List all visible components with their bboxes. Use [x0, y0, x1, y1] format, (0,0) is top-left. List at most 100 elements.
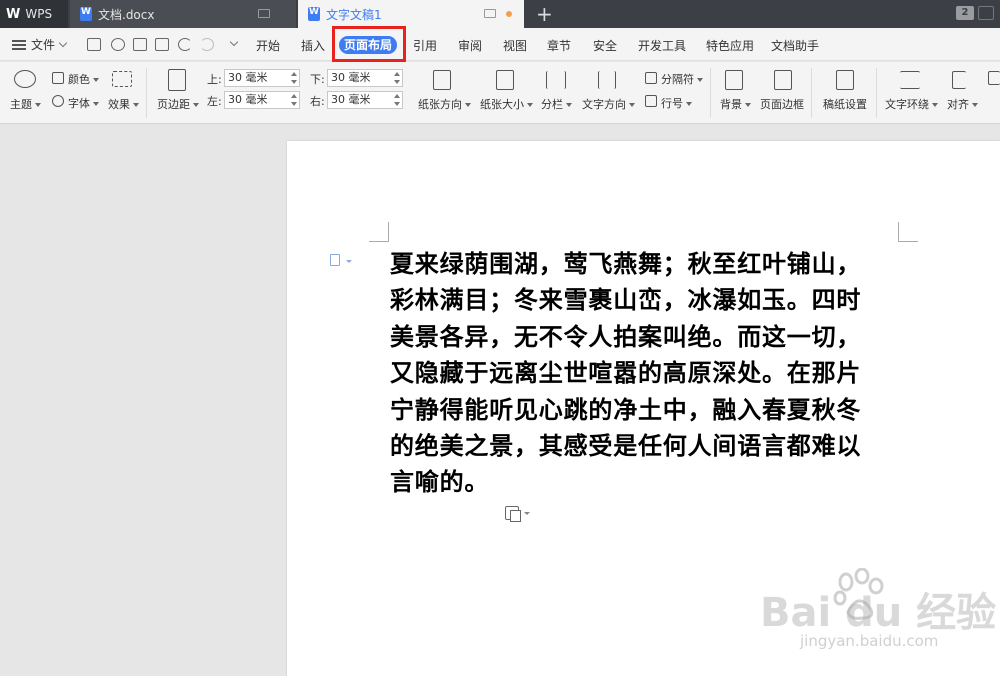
orientation-icon[interactable] [433, 70, 451, 90]
manuscript-grid-icon[interactable] [836, 70, 854, 90]
background-button[interactable]: 背景 [720, 96, 751, 112]
columns-button[interactable]: 分栏 [541, 96, 572, 112]
align-button[interactable]: 对齐 [947, 96, 978, 112]
font-button[interactable]: 字体 [68, 95, 99, 111]
menu-special-apps[interactable]: 特色应用 [706, 37, 754, 54]
unsaved-dot-icon [506, 11, 512, 17]
text-direction-icon[interactable] [598, 71, 616, 89]
chevron-down-icon[interactable] [524, 512, 530, 515]
line-numbers-icon [645, 95, 657, 107]
margin-bottom-input[interactable]: 30 毫米 [327, 69, 403, 87]
text-wrap-label: 文字环绕 [885, 98, 929, 111]
rotate-icon[interactable] [988, 71, 1000, 85]
menu-view[interactable]: 视图 [503, 37, 527, 54]
text-wrap-button[interactable]: 文字环绕 [885, 96, 938, 112]
effect-icon[interactable] [112, 71, 132, 87]
text-wrap-icon[interactable] [900, 71, 920, 89]
chevron-down-icon [58, 38, 68, 48]
tab-wps[interactable]: W WPS [0, 0, 68, 28]
page-border-icon[interactable] [774, 70, 792, 90]
orientation-label: 纸张方向 [418, 98, 462, 111]
print-preview-icon[interactable] [155, 38, 169, 51]
print-icon[interactable] [133, 38, 147, 51]
manuscript-button[interactable]: 稿纸设置 [823, 96, 867, 112]
margin-right-input[interactable]: 30 毫米 [327, 91, 403, 109]
align-icon[interactable] [952, 71, 966, 89]
menu-developer-tools[interactable]: 开发工具 [638, 37, 686, 54]
file-menu[interactable]: 文件 [12, 36, 68, 53]
text-direction-button[interactable]: 文字方向 [582, 96, 635, 112]
background-icon[interactable] [725, 70, 743, 90]
theme-button[interactable]: 主题 [10, 96, 41, 112]
margin-right-label: 右: [310, 95, 325, 108]
margin-left-input[interactable]: 30 毫米 [224, 91, 300, 109]
text-line: 又隐藏于远离尘世喧嚣的高原深处。在那片 [390, 359, 862, 388]
menu-chapter[interactable]: 章节 [547, 37, 571, 54]
format-painter-icon[interactable] [111, 38, 125, 51]
menu-security[interactable]: 安全 [593, 37, 617, 54]
menu-doc-assistant[interactable]: 文档助手 [771, 37, 819, 54]
line-numbers-button[interactable]: 行号 [661, 95, 692, 111]
paper-size-icon[interactable] [496, 70, 514, 90]
separator-icon [645, 72, 657, 84]
monitor-icon[interactable] [484, 9, 496, 18]
wps-logo-icon: W [6, 6, 21, 22]
chevron-down-icon[interactable] [346, 260, 352, 263]
text-direction-label: 文字方向 [582, 98, 626, 111]
margin-top-value: 30 毫米 [228, 71, 268, 84]
margin-bottom-label: 下: [310, 73, 325, 86]
quick-access-dropdown-icon[interactable] [229, 37, 239, 47]
undo-icon[interactable] [178, 38, 192, 51]
align-label: 对齐 [947, 98, 969, 111]
annotation-highlight-box [332, 26, 406, 62]
paragraph-marker-icon[interactable] [330, 254, 340, 266]
theme-label: 主题 [10, 98, 32, 111]
tab-document-docx[interactable]: 文档.docx [70, 0, 296, 28]
columns-icon[interactable] [546, 71, 566, 89]
palette-icon[interactable] [14, 70, 36, 88]
background-label: 背景 [720, 98, 742, 111]
spinner-icon[interactable] [394, 94, 400, 106]
document-icon [308, 7, 320, 21]
add-tab-button[interactable]: + [536, 2, 553, 26]
margin-right-value: 30 毫米 [331, 93, 371, 106]
menu-references[interactable]: 引用 [413, 37, 437, 54]
separator-button[interactable]: 分隔符 [661, 71, 703, 87]
paper-size-button[interactable]: 纸张大小 [480, 96, 533, 112]
document-icon [80, 7, 92, 21]
margins-button[interactable]: 页边距 [157, 96, 199, 112]
text-line: 彩林满目；冬来雪裹山峦，冰瀑如玉。四时 [390, 286, 862, 315]
paste-options-icon[interactable] [505, 506, 521, 522]
tab-label: WPS [25, 7, 53, 21]
spinner-icon[interactable] [394, 72, 400, 84]
ribbon-separator [811, 68, 812, 118]
orientation-button[interactable]: 纸张方向 [418, 96, 471, 112]
page-margins-icon[interactable] [168, 69, 186, 91]
page-border-button[interactable]: 页面边框 [760, 96, 804, 112]
spinner-icon[interactable] [291, 94, 297, 106]
window-control-icon[interactable] [978, 6, 994, 20]
ribbon-separator [146, 68, 147, 118]
monitor-icon[interactable] [258, 9, 270, 18]
ribbon-separator [876, 68, 877, 118]
menu-home[interactable]: 开始 [256, 37, 280, 54]
document-body-text[interactable]: 夏来绿荫围湖，莺飞燕舞；秋至红叶铺山， 彩林满目；冬来雪裹山峦，冰瀑如玉。四时 … [390, 246, 902, 501]
margins-label: 页边距 [157, 98, 190, 111]
window-count-badge[interactable]: 2 [956, 6, 974, 20]
spinner-icon[interactable] [291, 72, 297, 84]
margin-bottom-value: 30 毫米 [331, 71, 371, 84]
color-grid-icon [52, 72, 64, 84]
text-line: 的绝美之景，其感受是任何人间语言都难以 [390, 432, 862, 461]
tab-text-document-1[interactable]: 文字文稿1 [298, 0, 524, 28]
ribbon-page-layout: 主题 颜色 字体 效果 页边距 上: 30 毫米 左: 30 毫米 下: 30 … [0, 62, 1000, 124]
color-button[interactable]: 颜色 [68, 71, 99, 87]
menu-review[interactable]: 审阅 [458, 37, 482, 54]
file-menu-label: 文件 [31, 38, 56, 52]
text-line: 美景各异，无不令人拍案叫绝。而这一切， [390, 322, 862, 351]
redo-icon[interactable] [200, 38, 214, 51]
save-icon[interactable] [87, 38, 101, 51]
menu-insert[interactable]: 插入 [301, 37, 325, 54]
margin-top-input[interactable]: 30 毫米 [224, 69, 300, 87]
watermark-url: jingyan.baidu.com [800, 632, 939, 650]
effect-button[interactable]: 效果 [108, 96, 139, 112]
